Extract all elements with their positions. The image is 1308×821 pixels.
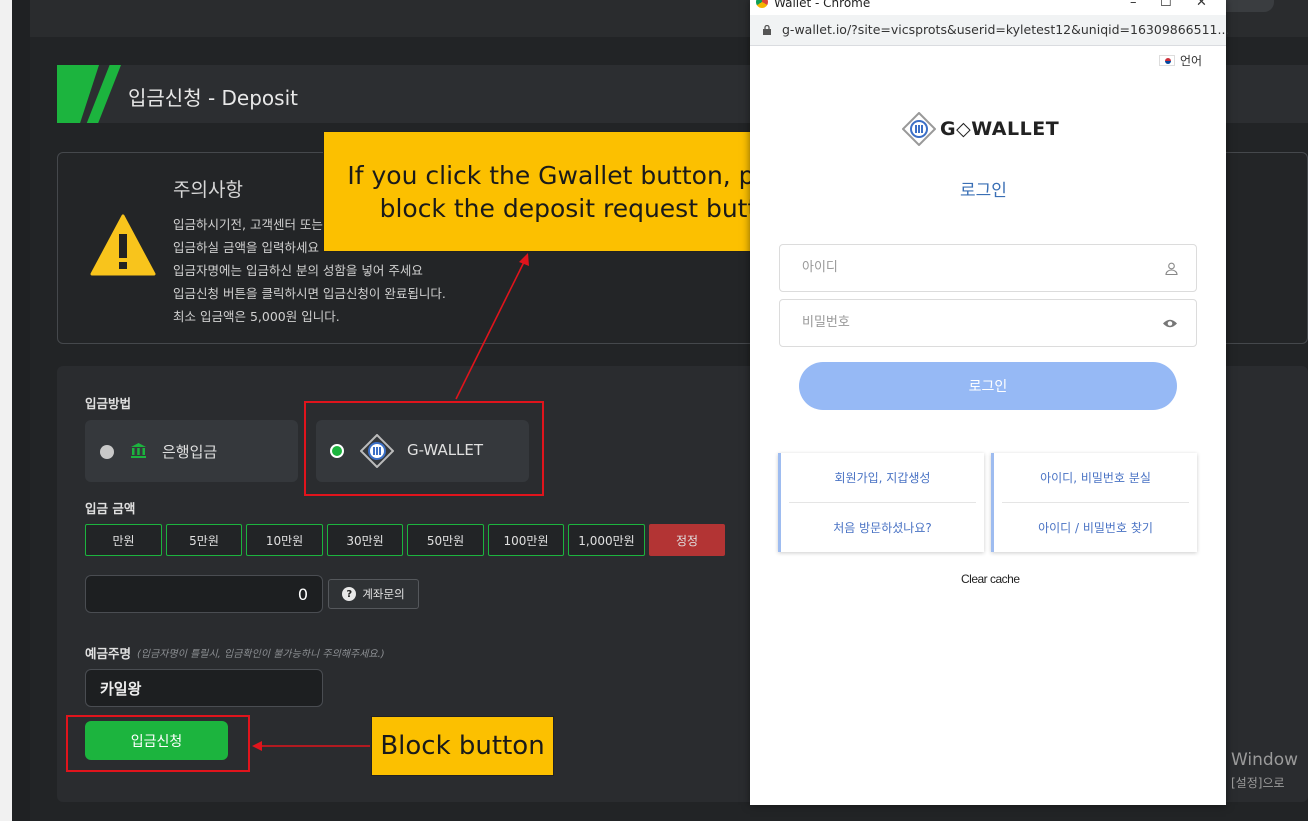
account-inquiry-label: 계좌문의 <box>362 587 405 601</box>
method-bank[interactable]: 은행입금 <box>85 420 298 482</box>
recovery-card: 아이디, 비밀번호 분실 아이디 / 비밀번호 찾기 <box>991 453 1197 552</box>
highlight-submit <box>66 715 250 772</box>
popup-url: g-wallet.io/?site=vicsprots&userid=kylet… <box>782 22 1230 37</box>
left-gutter <box>12 0 30 821</box>
depositor-input[interactable]: 카일왕 <box>85 669 323 707</box>
account-inquiry-button[interactable]: ? 계좌문의 <box>328 579 419 609</box>
lock-icon <box>763 25 771 35</box>
highlight-gwallet <box>304 401 544 496</box>
minimize-icon[interactable]: – <box>1130 0 1137 10</box>
windows-watermark: Window <box>1231 750 1299 770</box>
amount-100k-button[interactable]: 10만원 <box>246 524 323 556</box>
amount-reset-button[interactable]: 정정 <box>649 524 725 556</box>
language-label: 언어 <box>1180 54 1203 68</box>
amount-10k-button[interactable]: 만원 <box>85 524 162 556</box>
amount-input[interactable]: 0 <box>85 575 323 613</box>
amount-500k-button[interactable]: 50만원 <box>407 524 484 556</box>
user-id-placeholder: 아이디 <box>802 260 838 275</box>
bank-icon <box>131 443 146 458</box>
korea-flag-icon <box>1159 55 1175 66</box>
eye-icon[interactable] <box>1162 318 1178 329</box>
gwallet-logo: G◇WALLET <box>902 112 1059 146</box>
notice-line: 입금자명에는 입금하신 분의 성함을 넣어 주세요 <box>173 263 423 278</box>
bank-radio[interactable] <box>100 445 114 459</box>
depositor-label: 예금주명 <box>85 646 132 661</box>
callout-block: Block button <box>371 716 554 776</box>
login-button[interactable]: 로그인 <box>799 362 1177 410</box>
question-icon: ? <box>342 587 357 601</box>
method-label: 입금방법 <box>85 396 132 411</box>
signup-card: 회원가입, 지갑생성 처음 방문하셨나요? <box>778 453 984 552</box>
password-placeholder: 비밀번호 <box>802 315 850 330</box>
notice-line: 최소 입금액은 5,000원 입니다. <box>173 309 340 324</box>
left-edge <box>0 0 12 821</box>
header-accent <box>57 65 121 123</box>
chrome-icon <box>756 0 768 8</box>
clear-cache-link[interactable]: Clear cache <box>961 572 1020 586</box>
notice-title: 주의사항 <box>173 179 243 201</box>
close-icon[interactable]: ✕ <box>1196 0 1207 10</box>
page-title: 입금신청 - Deposit <box>128 86 298 110</box>
lost-credentials-link[interactable]: 아이디, 비밀번호 분실 <box>994 469 1197 486</box>
gwallet-emblem-icon <box>902 112 936 146</box>
popup-addressbar[interactable]: g-wallet.io/?site=vicsprots&userid=kylet… <box>750 15 1230 46</box>
logo-text: G◇WALLET <box>940 118 1060 140</box>
login-heading: 로그인 <box>960 181 1007 201</box>
signup-link[interactable]: 회원가입, 지갑생성 <box>781 469 984 486</box>
popup-title: Wallet - Chrome <box>774 0 871 10</box>
warning-icon <box>90 214 156 276</box>
notice-line: 입금신청 버튼을 클릭하시면 입금신청이 완료됩니다. <box>173 286 446 301</box>
user-icon <box>1165 262 1178 275</box>
amount-10m-button[interactable]: 1,000만원 <box>568 524 645 556</box>
password-input[interactable]: 비밀번호 <box>779 299 1197 347</box>
popup-titlebar: Wallet - Chrome – ☐ ✕ <box>750 0 1226 15</box>
language-selector[interactable]: 언어 <box>1159 52 1202 69</box>
maximize-icon[interactable]: ☐ <box>1160 0 1172 10</box>
bank-label: 은행입금 <box>162 443 218 461</box>
amount-50k-button[interactable]: 5만원 <box>166 524 242 556</box>
amount-label: 입금 금액 <box>85 501 136 516</box>
user-id-input[interactable]: 아이디 <box>779 244 1197 292</box>
amount-1m-button[interactable]: 100만원 <box>488 524 564 556</box>
find-credentials-link[interactable]: 아이디 / 비밀번호 찾기 <box>994 519 1197 536</box>
windows-watermark-sub: [설정]으로 <box>1231 776 1285 790</box>
amount-300k-button[interactable]: 30만원 <box>327 524 403 556</box>
depositor-note: (입금자명이 틀릴시, 입금확인이 불가능하니 주의해주세요.) <box>137 649 385 660</box>
first-visit-link[interactable]: 처음 방문하셨나요? <box>781 519 984 536</box>
